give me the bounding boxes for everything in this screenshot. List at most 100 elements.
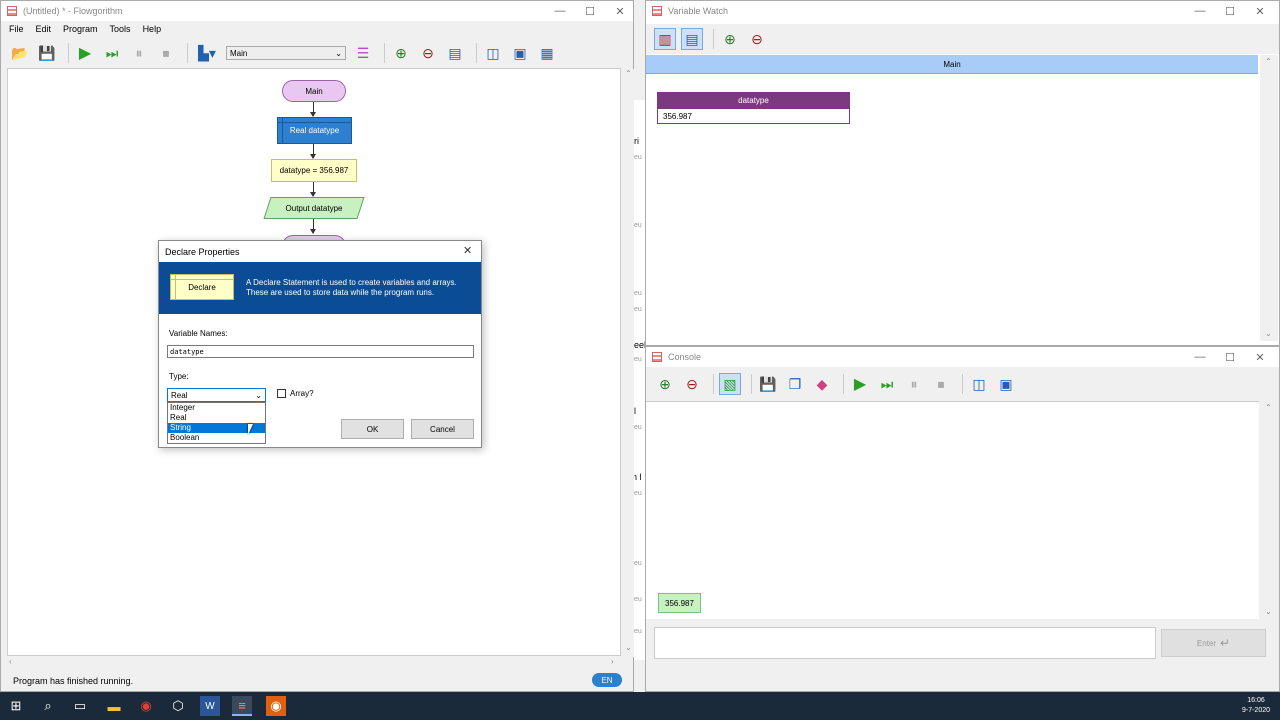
declare-shape[interactable]: Real datatype bbox=[277, 117, 352, 144]
step-icon[interactable]: ⏭ bbox=[101, 42, 123, 64]
console-save-icon[interactable]: 💾 bbox=[757, 373, 779, 395]
console-run-icon[interactable]: ▶ bbox=[849, 373, 871, 395]
background-text: eu bbox=[634, 154, 642, 161]
console-flowchart-icon[interactable]: ▣ bbox=[995, 373, 1017, 395]
grid-view-icon[interactable]: ▥ bbox=[654, 28, 676, 50]
functions-icon[interactable]: ☰ bbox=[352, 42, 374, 64]
type-dropdown-list: Integer Real String Boolean bbox=[167, 402, 266, 444]
console-pause-icon[interactable]: ⏸ bbox=[903, 373, 925, 395]
scroll-down-icon[interactable]: ⌄ bbox=[625, 643, 632, 652]
console-icon[interactable]: ▣ bbox=[509, 42, 531, 64]
source-code-icon[interactable]: ▦ bbox=[536, 42, 558, 64]
scroll-down-icon[interactable]: ⌄ bbox=[1265, 607, 1272, 616]
scroll-up-icon[interactable]: ⌃ bbox=[625, 69, 632, 78]
dialog-title: Declare Properties bbox=[165, 246, 240, 257]
array-label: Array? bbox=[290, 389, 314, 398]
open-folder-icon[interactable]: 📂 bbox=[9, 42, 31, 64]
console-close-button[interactable]: ✕ bbox=[1245, 347, 1275, 367]
function-select[interactable]: Main ⌄ bbox=[226, 46, 346, 60]
canvas-horizontal-scrollbar[interactable]: ‹ › bbox=[7, 657, 621, 667]
scroll-up-icon[interactable]: ⌃ bbox=[1265, 403, 1272, 412]
task-view-icon[interactable]: ▭ bbox=[70, 696, 90, 716]
declare-label: Real datatype bbox=[289, 126, 340, 135]
enter-button[interactable]: Enter ↵ bbox=[1161, 629, 1266, 657]
declare-properties-dialog: Declare Properties ✕ Declare A Declare S… bbox=[158, 240, 482, 448]
file-explorer-icon[interactable]: ▬ bbox=[104, 696, 124, 716]
cancel-button[interactable]: Cancel bbox=[411, 419, 474, 439]
console-zoom-in-icon[interactable]: ⊕ bbox=[654, 373, 676, 395]
stop-icon[interactable]: ⏹ bbox=[155, 42, 177, 64]
search-icon[interactable]: ⌕ bbox=[38, 696, 58, 716]
recorder-icon[interactable]: ◉ bbox=[266, 696, 286, 716]
layout-icon[interactable]: ▤ bbox=[444, 42, 466, 64]
menu-edit[interactable]: Edit bbox=[36, 24, 52, 34]
variable-watch-icon[interactable]: ◫ bbox=[482, 42, 504, 64]
watch-maximize-button[interactable]: ☐ bbox=[1215, 1, 1245, 21]
watch-content: Main datatype 356.987 bbox=[646, 55, 1258, 341]
table-view-icon[interactable]: ▤ bbox=[681, 28, 703, 50]
console-zoom-out-icon[interactable]: ⊖ bbox=[681, 373, 703, 395]
copy-icon[interactable]: ❐ bbox=[784, 373, 806, 395]
console-maximize-button[interactable]: ☐ bbox=[1215, 347, 1245, 367]
word-icon[interactable]: W bbox=[200, 696, 220, 716]
language-badge[interactable]: EN bbox=[592, 673, 622, 687]
scroll-up-icon[interactable]: ⌃ bbox=[1265, 57, 1272, 66]
run-icon[interactable]: ▶ bbox=[74, 42, 96, 64]
close-button[interactable]: ✕ bbox=[605, 1, 635, 21]
clock[interactable]: 16:06 9-7-2020 bbox=[1236, 696, 1276, 716]
chrome-icon[interactable]: ◉ bbox=[136, 696, 156, 716]
output-shape[interactable]: Output datatype bbox=[263, 197, 365, 219]
3d-viewer-icon[interactable]: ⬡ bbox=[168, 696, 188, 716]
menu-file[interactable]: File bbox=[9, 24, 24, 34]
array-checkbox[interactable] bbox=[277, 389, 286, 398]
watch-zoom-in-icon[interactable]: ⊕ bbox=[719, 28, 741, 50]
type-label: Type: bbox=[169, 372, 189, 381]
variable-watch-window: Variable Watch — ☐ ✕ ▥ ▤ ⊕ ⊖ Main dataty… bbox=[645, 0, 1280, 346]
console-stop-icon[interactable]: ⏹ bbox=[930, 373, 952, 395]
menu-help[interactable]: Help bbox=[143, 24, 162, 34]
console-input[interactable] bbox=[654, 627, 1156, 659]
menu-program[interactable]: Program bbox=[63, 24, 98, 34]
console-minimize-button[interactable]: — bbox=[1185, 347, 1215, 367]
watch-app-icon bbox=[652, 6, 662, 16]
status-bar: Program has finished running. bbox=[1, 671, 633, 691]
maximize-button[interactable]: ☐ bbox=[575, 1, 605, 21]
clear-icon[interactable]: ◆ bbox=[811, 373, 833, 395]
flowgorithm-taskbar-icon[interactable]: ≡ bbox=[232, 696, 252, 716]
scroll-right-icon[interactable]: › bbox=[611, 657, 614, 666]
scroll-left-icon[interactable]: ‹ bbox=[9, 657, 12, 666]
minimize-button[interactable]: — bbox=[545, 1, 575, 21]
zoom-in-icon[interactable]: ⊕ bbox=[390, 42, 412, 64]
menu-tools[interactable]: Tools bbox=[110, 24, 131, 34]
save-icon[interactable]: 💾 bbox=[36, 42, 58, 64]
canvas-vertical-scrollbar[interactable]: ⌃ ⌄ bbox=[624, 69, 634, 657]
flow-arrow bbox=[310, 182, 316, 197]
ok-button[interactable]: OK bbox=[341, 419, 404, 439]
scroll-down-icon[interactable]: ⌄ bbox=[1265, 329, 1272, 338]
variable-names-input[interactable]: datatype bbox=[167, 345, 474, 358]
windows-start-icon[interactable]: ⊞ bbox=[6, 696, 26, 716]
watch-minimize-button[interactable]: — bbox=[1185, 1, 1215, 21]
watch-zoom-out-icon[interactable]: ⊖ bbox=[746, 28, 768, 50]
watch-toolbar: ▥ ▤ ⊕ ⊖ bbox=[646, 24, 1279, 54]
watch-vertical-scrollbar[interactable]: ⌃ ⌄ bbox=[1260, 55, 1278, 341]
type-select[interactable]: Real ⌄ bbox=[167, 388, 266, 402]
zoom-out-icon[interactable]: ⊖ bbox=[417, 42, 439, 64]
type-option-integer[interactable]: Integer bbox=[168, 403, 265, 413]
assign-shape[interactable]: datatype = 356.987 bbox=[271, 159, 357, 182]
dialog-titlebar: Declare Properties bbox=[159, 241, 481, 262]
console-step-icon[interactable]: ⏭ bbox=[876, 373, 898, 395]
pause-icon[interactable]: ⏸ bbox=[128, 42, 150, 64]
console-vertical-scrollbar[interactable]: ⌃ ⌄ bbox=[1260, 401, 1278, 619]
speed-icon[interactable]: ▙▾ bbox=[193, 42, 221, 64]
dialog-close-icon[interactable]: ✕ bbox=[463, 244, 472, 257]
start-terminal[interactable]: Main bbox=[282, 80, 346, 102]
type-option-real[interactable]: Real bbox=[168, 413, 265, 423]
main-titlebar: (Untitled) * - Flowgorithm bbox=[1, 1, 633, 21]
console-watch-icon[interactable]: ◫ bbox=[968, 373, 990, 395]
chat-view-icon[interactable]: ▧ bbox=[719, 373, 741, 395]
watch-close-button[interactable]: ✕ bbox=[1245, 1, 1275, 21]
flow-arrow bbox=[310, 144, 316, 159]
type-select-value: Real bbox=[171, 390, 188, 400]
windows-taskbar: ⊞ ⌕ ▭ ▬ ◉ ⬡ W ≡ ◉ 16:06 9-7-2020 bbox=[0, 692, 1280, 720]
